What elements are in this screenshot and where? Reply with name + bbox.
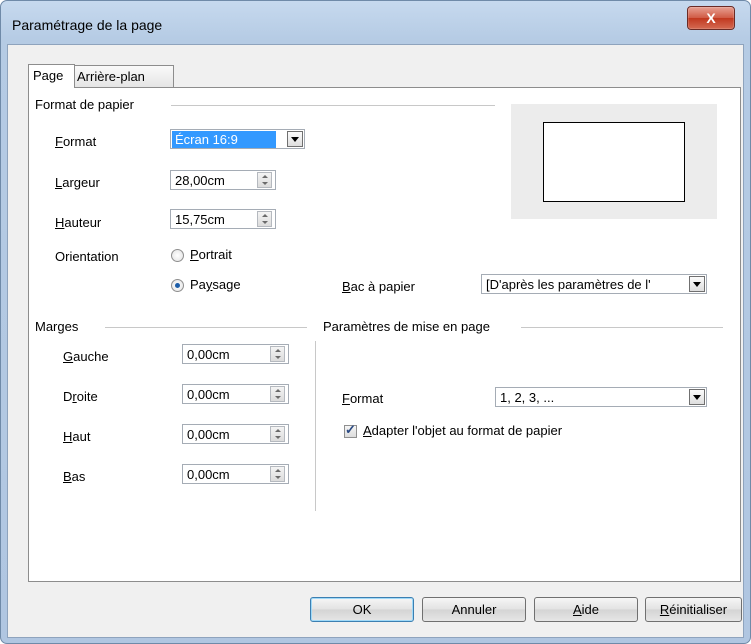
width-label: Largeur [55,175,100,190]
height-label: Hauteur [55,215,102,230]
chevron-down-icon[interactable] [689,276,705,292]
width-field[interactable]: 28,00cm [170,170,276,190]
margins-heading: Marges [35,319,79,334]
orientation-label: Orientation [55,249,119,264]
layout-settings-heading: Paramètres de mise en page [323,319,490,334]
tab-page[interactable]: Page [28,64,75,88]
format-label: Format [55,134,97,149]
tab-background[interactable]: Arrière-plan [72,65,174,87]
margin-bottom-value: 0,00cm [187,467,230,482]
chevron-down-icon[interactable] [689,389,705,405]
margin-top-field[interactable]: 0,00cm [182,424,289,444]
paper-tray-label: Bac à papier [342,279,415,294]
margin-left-stepper[interactable] [270,346,285,362]
margin-top-value: 0,00cm [187,427,230,442]
margin-left-field[interactable]: 0,00cm [182,344,289,364]
margin-right-stepper[interactable] [270,386,285,402]
margin-right-value: 0,00cm [187,387,230,402]
vertical-separator [315,341,316,511]
dialog-title: Paramétrage de la page [12,17,163,33]
paper-format-heading: Format de papier [35,97,134,112]
paper-tray-value: [D'après les paramètres de l' [486,277,651,292]
margin-bottom-label: Bas [63,469,86,484]
page-setup-dialog: Paramétrage de la page X Page Arrière-pl… [0,0,751,644]
height-stepper[interactable] [257,211,272,227]
portrait-label[interactable]: Portrait [190,247,232,262]
close-icon: X [706,10,716,26]
chevron-down-icon[interactable] [287,131,303,147]
landscape-radio[interactable] [171,279,184,292]
paper-format-divider [171,105,495,106]
layout-settings-divider [521,327,723,328]
margin-right-field[interactable]: 0,00cm [182,384,289,404]
paper-format-select[interactable]: Écran 16:9 [170,129,305,149]
paper-format-value: Écran 16:9 [172,131,276,148]
margin-bottom-stepper[interactable] [270,466,285,482]
help-button[interactable]: Aide [534,597,638,622]
fit-to-paper-label[interactable]: Adapter l'objet au format de papier [363,423,562,438]
cancel-button[interactable]: Annuler [422,597,526,622]
numbering-format-select[interactable]: 1, 2, 3, ... [495,387,707,407]
width-stepper[interactable] [257,172,272,188]
margin-top-stepper[interactable] [270,426,285,442]
paper-tray-select[interactable]: [D'après les paramètres de l' [481,274,707,294]
close-button[interactable]: X [687,6,735,30]
landscape-label[interactable]: Paysage [190,277,241,292]
margin-bottom-field[interactable]: 0,00cm [182,464,289,484]
ok-button[interactable]: OK [310,597,414,622]
margin-left-value: 0,00cm [187,347,230,362]
page-preview [511,104,717,219]
portrait-radio[interactable] [171,249,184,262]
layout-format-label: Format [342,391,384,406]
margins-divider [105,327,307,328]
margin-left-label: Gauche [63,349,109,364]
page-preview-sheet [543,122,685,202]
height-value: 15,75cm [175,212,225,227]
reset-button[interactable]: Réinitialiser [645,597,742,622]
margin-right-label: Droite [63,389,98,404]
margin-top-label: Haut [63,429,91,444]
width-value: 28,00cm [175,173,225,188]
height-field[interactable]: 15,75cm [170,209,276,229]
title-bar: Paramétrage de la page X [1,1,750,45]
numbering-format-value: 1, 2, 3, ... [500,390,555,405]
fit-to-paper-checkbox[interactable] [344,422,357,438]
